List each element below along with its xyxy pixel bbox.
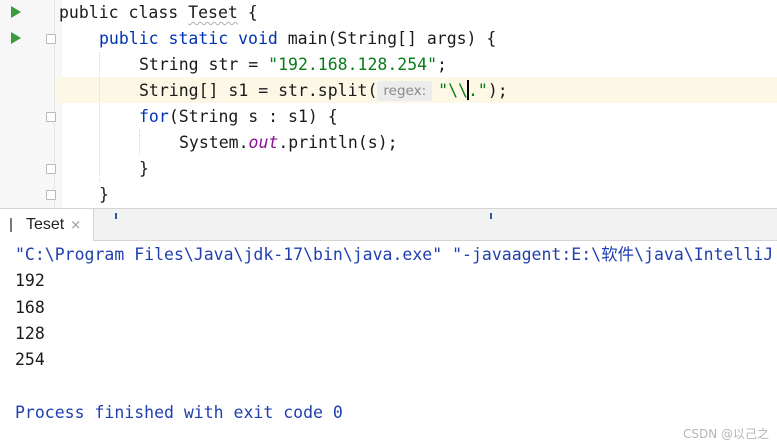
code-token: {	[237, 3, 258, 22]
code-token: .println(s);	[278, 133, 398, 152]
console-output-line: 168	[15, 298, 45, 317]
code-line: }	[99, 182, 109, 208]
code-token: public static void	[99, 29, 288, 48]
run-tab-label: Teset	[26, 216, 65, 233]
console-output-line: 192	[15, 271, 45, 290]
watermark: CSDN @以己之	[682, 427, 769, 441]
code-token: main(String[] args) {	[287, 29, 497, 48]
code-token: System.	[179, 133, 249, 152]
code-token: "192.168.128.254"	[268, 55, 438, 74]
fold-marker-icon[interactable]	[46, 190, 56, 200]
indent-guide	[139, 130, 140, 156]
code-token: "\\	[438, 81, 468, 100]
code-line: for(String s : s1) {	[139, 104, 338, 130]
run-main-icon[interactable]	[11, 32, 21, 44]
console-exit-message: Process finished with exit code 0	[15, 403, 343, 422]
close-icon[interactable]: ×	[70, 218, 81, 233]
parameter-hint: regex:	[377, 81, 433, 101]
code-token: for	[139, 107, 169, 126]
code-token: Teset	[188, 3, 238, 22]
code-editor[interactable]: public class Teset {public static void m…	[0, 0, 777, 208]
code-token: }	[99, 185, 109, 204]
toolbar-marker	[115, 213, 117, 219]
code-token: out	[248, 133, 279, 152]
run-console[interactable]: "C:\Program Files\Java\jdk-17\bin\java.e…	[0, 241, 777, 447]
code-token: public class	[59, 3, 189, 22]
code-line: public static void main(String[] args) {	[99, 26, 496, 52]
code-line: System.out.println(s);	[179, 130, 398, 156]
fold-marker-icon[interactable]	[46, 34, 56, 44]
gutter-divider	[54, 0, 55, 208]
code-token: ;	[437, 55, 447, 74]
code-line: public class Teset {	[59, 0, 258, 26]
code-token: }	[139, 159, 149, 178]
run-tool-window-header: Teset ×	[0, 208, 777, 241]
run-tab-teset[interactable]: Teset ×	[0, 209, 95, 241]
indent-guide	[99, 52, 100, 182]
run-class-icon[interactable]	[11, 6, 21, 18]
code-token: (String s : s1) {	[168, 107, 338, 126]
fold-marker-icon[interactable]	[46, 164, 56, 174]
code-line: String str = "192.168.128.254";	[139, 52, 447, 78]
code-token: );	[487, 81, 508, 100]
toolbar-marker	[490, 213, 492, 219]
console-output-line: 254	[15, 350, 45, 369]
console-command-line: "C:\Program Files\Java\jdk-17\bin\java.e…	[15, 245, 774, 264]
fold-marker-icon[interactable]	[46, 112, 56, 122]
code-token: ."	[467, 81, 488, 100]
run-config-icon	[10, 218, 18, 232]
code-line: }	[139, 156, 149, 182]
code-token: String str =	[139, 55, 269, 74]
code-line: String[] s1 = str.split(regex: "\\.");	[139, 78, 508, 104]
editor-gutter	[0, 0, 62, 208]
console-output-line: 128	[15, 324, 45, 343]
code-token: String[] s1 = str.split(	[139, 81, 378, 100]
